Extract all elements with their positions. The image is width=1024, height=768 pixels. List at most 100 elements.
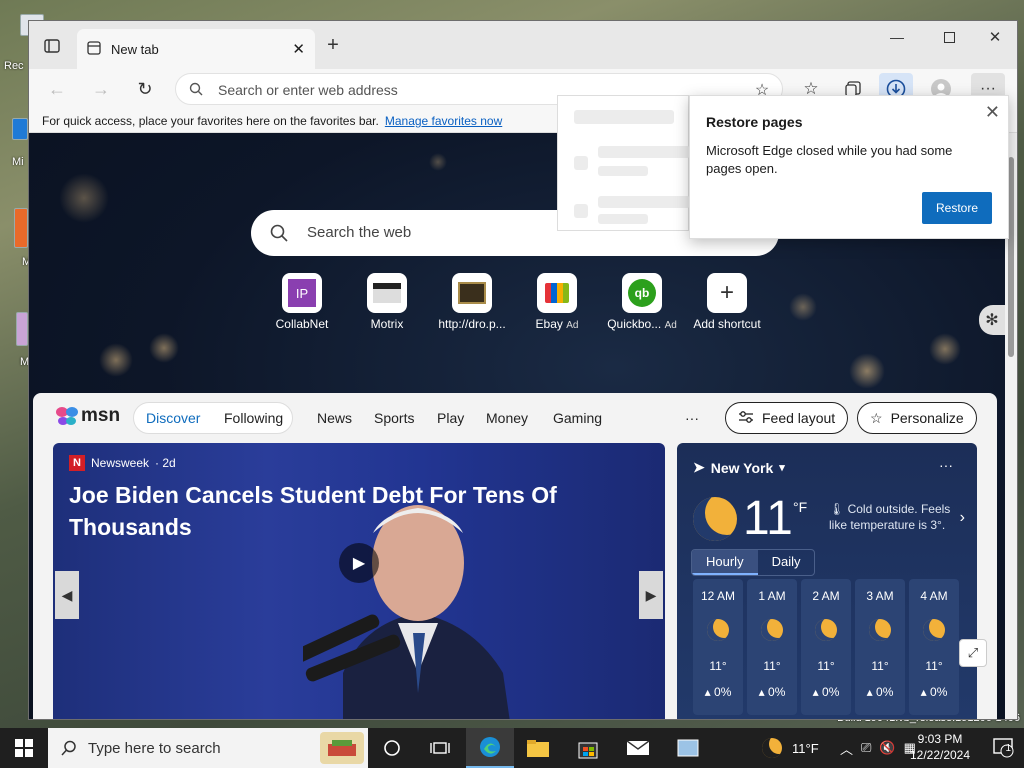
placeholder-line [598,214,648,224]
tab-daily[interactable]: Daily [758,550,815,575]
tab-following[interactable]: Following [224,410,283,426]
task-view-icon[interactable] [416,728,464,768]
quick-link-site[interactable]: http://dro.p... [427,273,517,331]
store-icon[interactable] [564,728,612,768]
hero-age: · 2d [155,456,176,470]
desktop-app-icon[interactable] [14,208,28,248]
hourly-forecast-item: 12 AM 11° ▴ 0% [693,579,743,715]
hour-precip-value: 0% [714,685,732,699]
close-icon[interactable]: ✕ [985,102,1000,123]
hourly-forecast-item: 2 AM 11° ▴ 0% [801,579,851,715]
quick-link-label: CollabNet [275,317,329,331]
weather-card[interactable]: ➤ New York ▾ ··· 11 °F 🌡 Cold outside. F… [677,443,977,719]
app-window-icon[interactable] [664,728,712,768]
msn-logo[interactable]: msn [55,405,120,427]
hero-source-name: Newsweek [91,456,150,470]
tab-title: New tab [111,41,159,57]
feed-layout-button[interactable]: Feed layout [725,402,849,434]
quick-link-ebay[interactable]: Ebay Ad [512,273,602,331]
tab-actions-icon[interactable] [41,35,63,57]
weather-unit: °F [793,499,808,515]
nav-sports[interactable]: Sports [374,410,414,426]
downloads-panel [557,95,690,231]
moon-cloud-icon [693,497,737,541]
weather-more-icon[interactable]: ··· [939,457,953,473]
clock-date: 12/22/2024 [909,748,971,762]
start-windows-icon[interactable] [0,728,48,768]
hour-precip: ▴ 0% [909,685,959,699]
weather-tray[interactable]: 11°F [762,728,819,768]
hour-time: 1 AM [758,589,786,603]
thermometer-icon: 🌡 [829,502,845,516]
nav-gaming[interactable]: Gaming [553,410,602,426]
hour-precip: ▴ 0% [855,685,905,699]
mail-icon[interactable] [614,728,662,768]
collabnet-icon: IP [282,273,322,313]
carousel-next-icon[interactable]: ▶ [639,571,663,619]
play-video-icon[interactable]: ▶ [339,543,379,583]
bokeh-light [429,153,447,171]
quick-link-motrix[interactable]: Motrix [342,273,432,331]
weather-description-text: Cold outside. Feels like temperature is … [829,502,951,532]
maximize-icon[interactable] [935,25,963,49]
bokeh-light [789,293,817,321]
network-icon[interactable]: ⎚ [861,740,871,756]
search-highlight-icon [320,732,364,764]
hour-precip-value: 0% [822,685,840,699]
restore-button[interactable]: Restore [922,192,992,224]
tab-new-tab[interactable]: New tab ✕ [77,29,315,69]
restore-pages-popup: Restore pages ✕ Microsoft Edge closed wh… [689,95,1009,239]
close-window-icon[interactable]: ✕ [981,25,1009,49]
minimize-icon[interactable]: — [883,25,911,49]
tray-temp: 11°F [792,740,819,756]
hero-headline[interactable]: Joe Biden Cancels Student Debt For Tens … [69,479,589,543]
refresh-icon[interactable]: ↻ [133,77,157,101]
hour-precip-value: 0% [876,685,894,699]
volume-muted-icon[interactable]: 🔇 [879,740,895,756]
msn-butterfly-icon [56,407,78,425]
system-tray: ︿ ⎚ 🔇 ▦ [840,728,916,768]
cortana-icon[interactable] [368,728,416,768]
taskbar-search[interactable]: Type here to search [48,728,368,768]
new-tab-plus-icon[interactable]: + [321,33,345,57]
hour-precip-value: 0% [930,685,948,699]
add-shortcut-button[interactable]: + Add shortcut [682,273,772,331]
quick-link-quickbooks[interactable]: qb Quickbo... Ad [597,273,687,331]
nav-play[interactable]: Play [437,410,464,426]
weather-location[interactable]: ➤ New York ▾ [693,459,785,476]
tab-discover[interactable]: Discover [146,410,200,426]
tab-bar: New tab ✕ + — ✕ [29,21,1017,69]
page-settings-gear-icon[interactable]: ✻ [979,305,1005,335]
expand-icon[interactable]: ⤢ [959,639,987,667]
chevron-up-icon[interactable]: ︿ [840,739,853,758]
hour-time: 4 AM [920,589,948,603]
notifications-icon[interactable]: 1 [992,736,1014,758]
location-arrow-icon: ➤ [693,459,705,475]
hour-temp: 11° [925,659,943,673]
edge-taskbar-icon[interactable] [466,728,514,768]
nav-news[interactable]: News [317,410,352,426]
forward-icon[interactable]: → [89,77,113,101]
nav-more-icon[interactable]: ··· [685,410,699,426]
chevron-right-icon[interactable]: › [960,509,965,527]
moon-icon [815,619,837,641]
clock[interactable]: 9:03 PM 12/22/2024 [906,731,974,763]
tab-hourly[interactable]: Hourly [692,550,758,575]
close-tab-icon[interactable]: ✕ [292,40,305,58]
manage-favorites-link[interactable]: Manage favorites now [385,114,502,128]
personalize-button[interactable]: ☆ Personalize [857,402,977,434]
web-search-placeholder: Search the web [307,224,412,241]
carousel-prev-icon[interactable]: ◀ [55,571,79,619]
file-explorer-icon[interactable] [514,728,562,768]
favbar-hint: For quick access, place your favorites h… [42,114,379,128]
back-icon[interactable]: ← [45,77,69,101]
moon-icon [707,619,729,641]
desktop-app-icon[interactable] [12,118,28,140]
hero-article[interactable]: N Newsweek · 2d Joe Biden Cancels Studen… [53,443,665,719]
ebay-icon [537,273,577,313]
hourly-forecast-item: 4 AM 11° ▴ 0% [909,579,959,715]
placeholder-line [574,204,588,218]
nav-money[interactable]: Money [486,410,528,426]
quick-link-collabnet[interactable]: IP CollabNet [257,273,347,331]
desktop-app-icon[interactable] [16,312,28,346]
